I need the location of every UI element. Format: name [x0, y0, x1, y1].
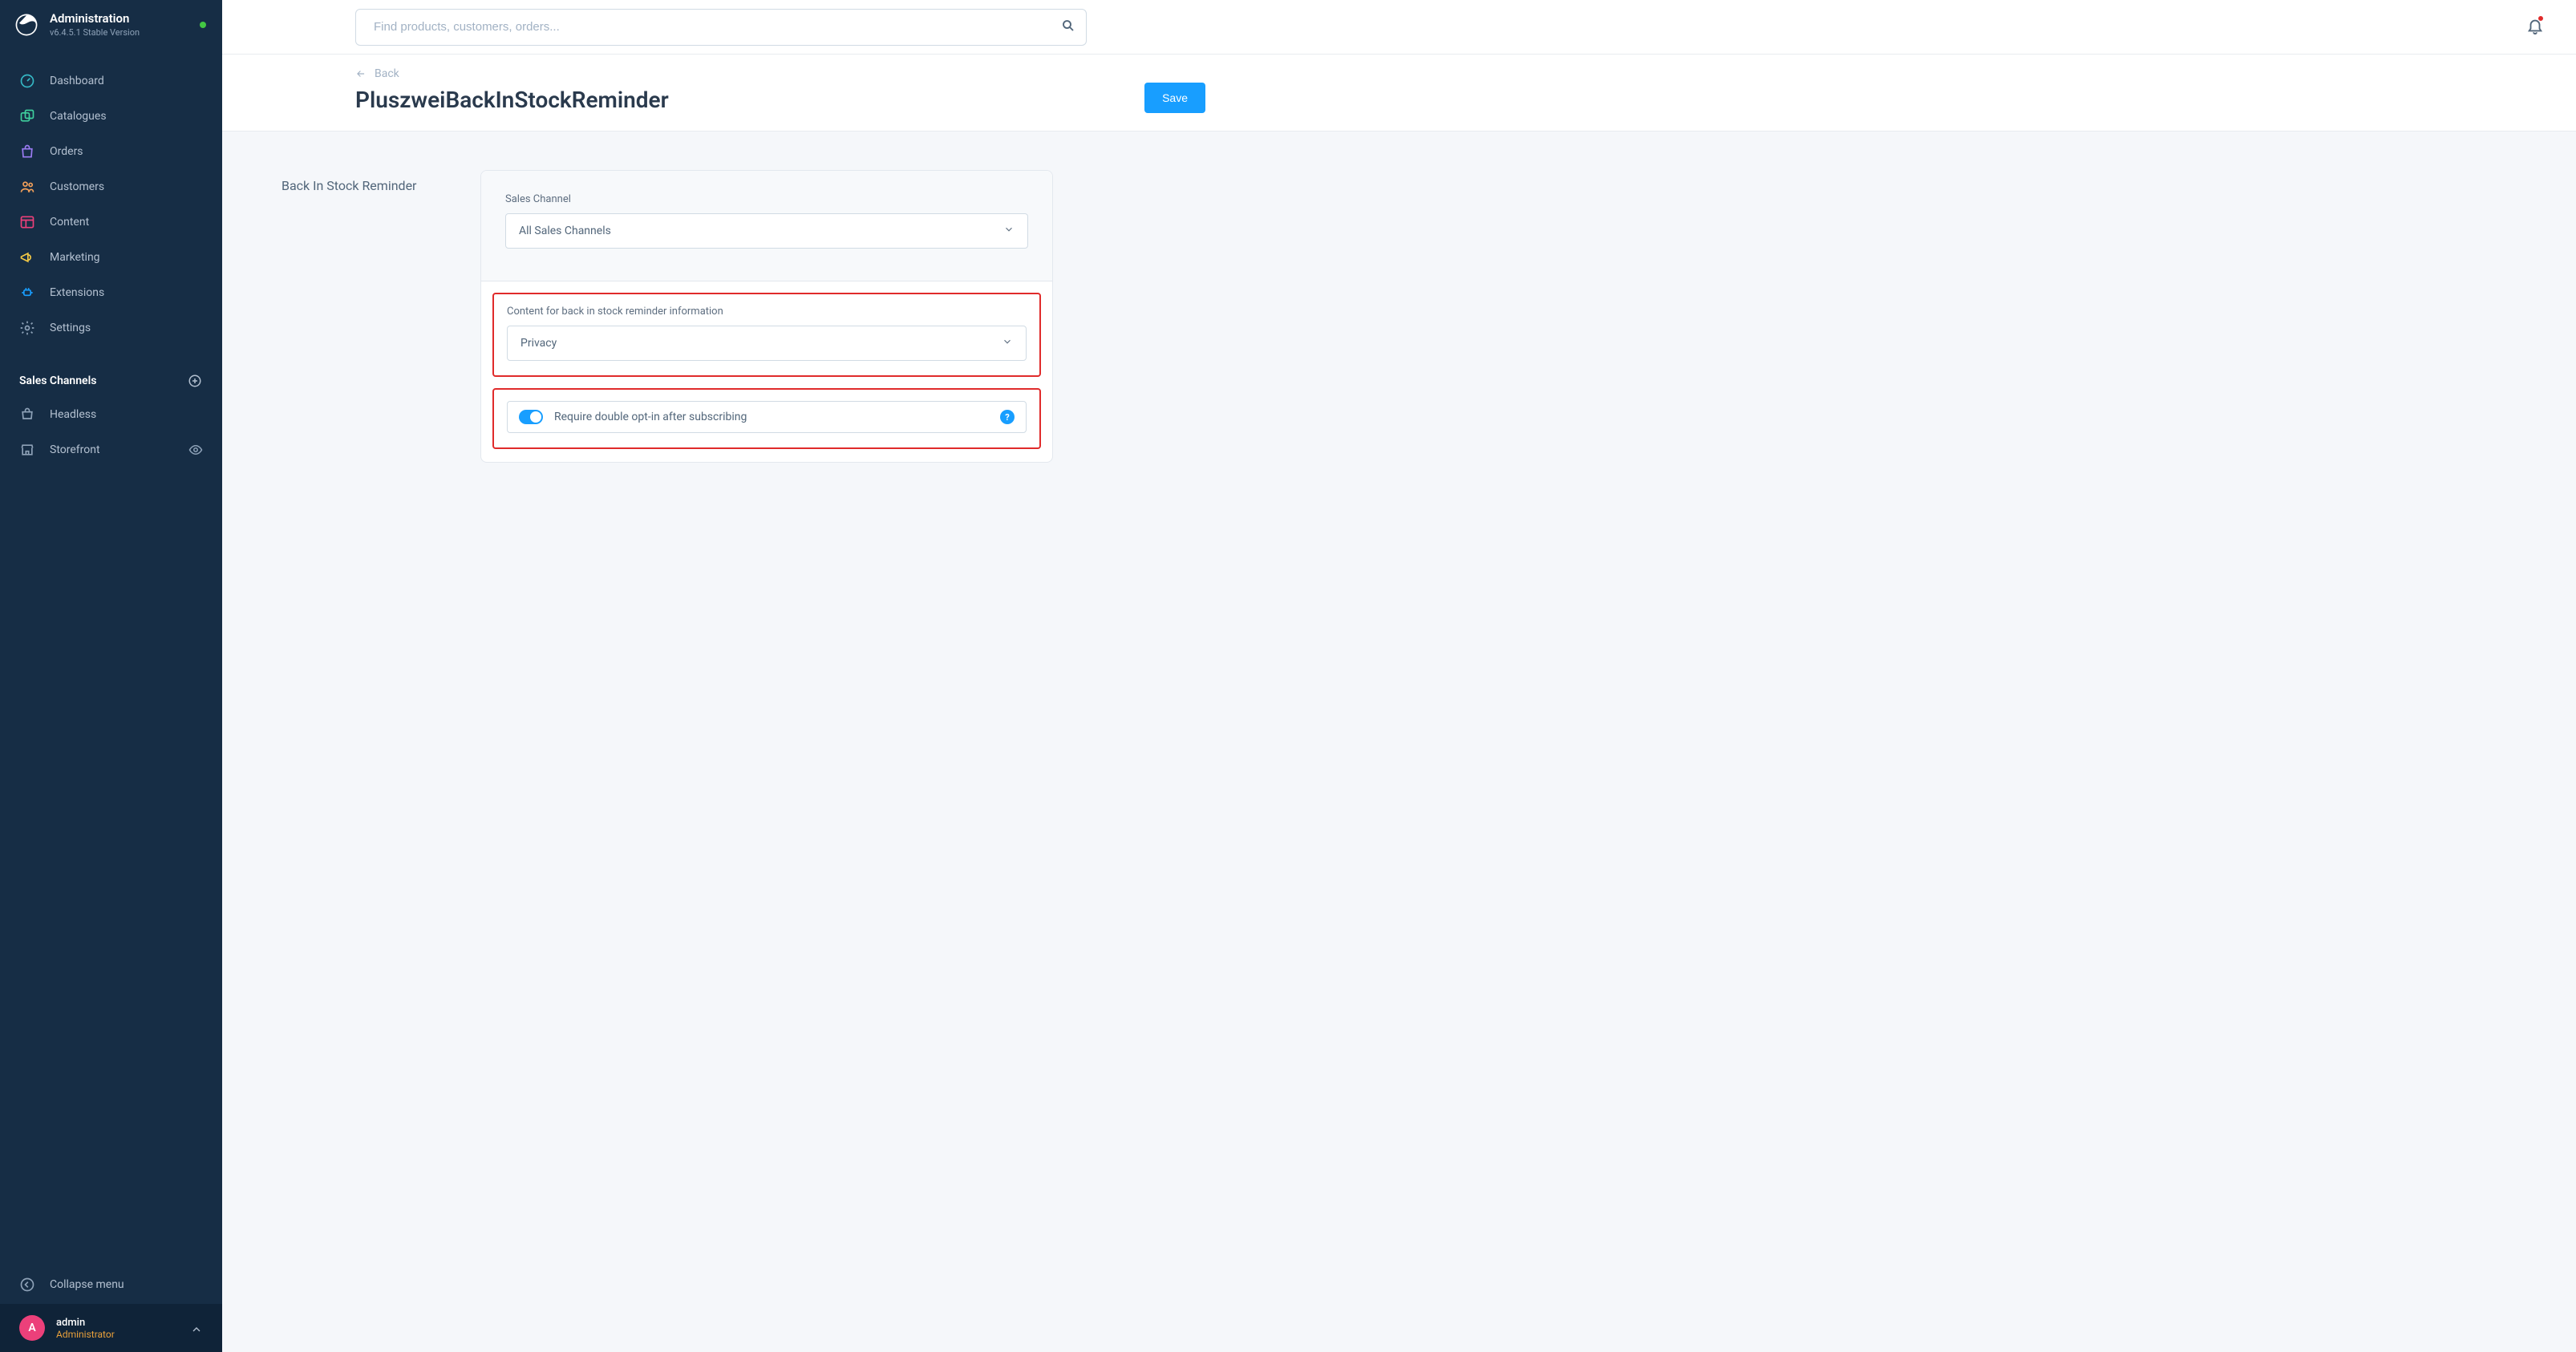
avatar: A [19, 1315, 45, 1341]
sales-channels-heading: Sales Channels [19, 374, 96, 387]
users-icon [19, 179, 35, 195]
nav-orders[interactable]: Orders [0, 134, 222, 169]
nav-catalogues[interactable]: Catalogues [0, 99, 222, 134]
page-header: Back PluszweiBackInStockReminder Save [222, 55, 2576, 132]
notification-dot-icon [2538, 15, 2544, 22]
app-version: v6.4.5.1 Stable Version [50, 27, 188, 38]
content-field-select[interactable]: Privacy [507, 326, 1027, 361]
gauge-icon [19, 73, 35, 89]
double-opt-in-row: Require double opt-in after subscribing … [507, 401, 1027, 433]
nav-label: Settings [50, 322, 91, 334]
search-wrap [355, 9, 1087, 46]
chevron-down-icon [1003, 224, 1015, 238]
back-link[interactable]: Back [355, 67, 399, 80]
channel-label: Headless [50, 408, 96, 421]
chevron-up-icon [190, 1320, 203, 1336]
collapse-icon [19, 1277, 35, 1293]
app-title: Administration [50, 11, 188, 26]
sales-channels-section: Sales Channels [0, 352, 222, 397]
content-area: Back In Stock Reminder Sales Channel All… [222, 132, 2576, 1352]
nav-extensions[interactable]: Extensions [0, 275, 222, 310]
nav-dashboard[interactable]: Dashboard [0, 63, 222, 99]
nav-marketing[interactable]: Marketing [0, 240, 222, 275]
back-label: Back [375, 67, 399, 80]
settings-card: Sales Channel All Sales Channels Content… [480, 170, 1053, 463]
sales-channel-value: All Sales Channels [519, 225, 611, 237]
plug-icon [19, 285, 35, 301]
megaphone-icon [19, 249, 35, 265]
sales-channel-label: Sales Channel [505, 193, 1028, 205]
content-field-highlight: Content for back in stock reminder infor… [492, 293, 1041, 377]
content-field-label: Content for back in stock reminder infor… [507, 306, 1027, 318]
user-name: admin [56, 1317, 179, 1329]
channel-headless[interactable]: Headless [0, 397, 222, 432]
collapse-menu-button[interactable]: Collapse menu [0, 1265, 222, 1304]
nav-label: Content [50, 216, 89, 229]
nav-label: Marketing [50, 251, 100, 264]
add-sales-channel-button[interactable] [187, 373, 203, 389]
help-icon[interactable]: ? [1000, 410, 1015, 424]
nav-customers[interactable]: Customers [0, 169, 222, 204]
nav-label: Dashboard [50, 75, 104, 87]
logo-icon [14, 13, 38, 37]
collapse-label: Collapse menu [50, 1278, 124, 1291]
content-field-value: Privacy [520, 337, 557, 350]
double-opt-in-label: Require double opt-in after subscribing [554, 411, 989, 423]
main-nav: Dashboard Catalogues Orders Customers Co… [0, 49, 222, 352]
main: Back PluszweiBackInStockReminder Save Ba… [222, 0, 2576, 1352]
user-role: Administrator [56, 1329, 179, 1340]
channel-storefront[interactable]: Storefront [0, 432, 222, 468]
headless-icon [19, 407, 35, 423]
layout-icon [19, 214, 35, 230]
visibility-icon[interactable] [188, 443, 203, 457]
double-opt-in-toggle[interactable] [519, 410, 543, 424]
status-indicator-icon [200, 22, 206, 28]
nav-label: Catalogues [50, 110, 107, 123]
notifications-button[interactable] [2526, 17, 2544, 38]
bag-icon [19, 144, 35, 160]
gear-icon [19, 320, 35, 336]
nav-settings[interactable]: Settings [0, 310, 222, 346]
chevron-down-icon [1002, 336, 1013, 350]
nav-content[interactable]: Content [0, 204, 222, 240]
page-title: PluszweiBackInStockReminder [355, 87, 669, 113]
catalogues-icon [19, 108, 35, 124]
channel-label: Storefront [50, 443, 100, 456]
search-icon[interactable] [1061, 18, 1075, 36]
sales-channel-select[interactable]: All Sales Channels [505, 213, 1028, 249]
user-menu[interactable]: A admin Administrator [0, 1304, 222, 1352]
top-bar [222, 0, 2576, 55]
nav-label: Extensions [50, 286, 104, 299]
nav-label: Customers [50, 180, 104, 193]
search-input[interactable] [355, 9, 1087, 46]
storefront-icon [19, 442, 35, 458]
sidebar: Administration v6.4.5.1 Stable Version D… [0, 0, 222, 1352]
nav-label: Orders [50, 145, 83, 158]
double-opt-in-highlight: Require double opt-in after subscribing … [492, 388, 1041, 449]
sidebar-header: Administration v6.4.5.1 Stable Version [0, 0, 222, 49]
card-heading: Back In Stock Reminder [281, 170, 448, 463]
save-button[interactable]: Save [1144, 83, 1205, 113]
